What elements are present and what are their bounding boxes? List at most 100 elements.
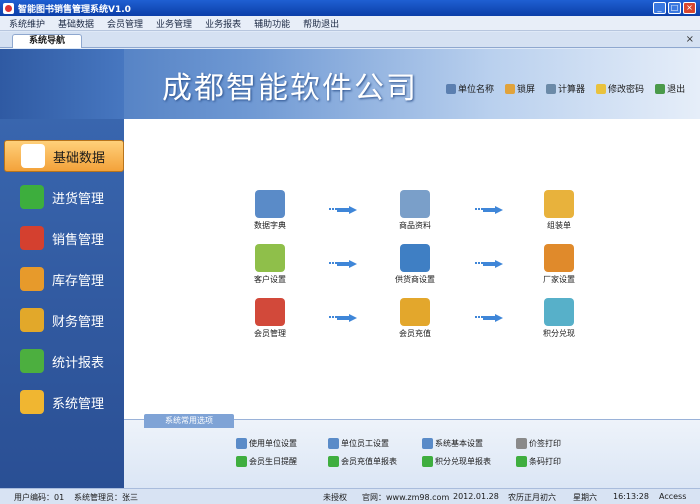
cube-icon: [20, 226, 44, 250]
menu-system-maintenance[interactable]: 系统维护: [9, 17, 45, 30]
sidebar: 基础数据 进货管理 销售管理 库存管理 财务管理 统计报表 系统管理: [0, 49, 124, 488]
arrow-right-icon: [329, 206, 357, 214]
tool-unit-settings[interactable]: 使用单位设置: [236, 438, 297, 449]
exit-icon: [655, 83, 666, 94]
grid-item-member-management[interactable]: 会员管理: [240, 298, 300, 339]
sidebar-item-sales[interactable]: 销售管理: [4, 222, 124, 254]
menu-help-exit[interactable]: 帮助退出: [303, 17, 339, 30]
form-icon: [400, 190, 430, 218]
tool-barcode-print[interactable]: 条码打印: [516, 456, 561, 467]
quick-link-lock[interactable]: 锁屏: [505, 82, 535, 95]
edit-icon: [21, 144, 45, 168]
members-icon: [255, 298, 285, 326]
common-options-panel: 系统常用选项 使用单位设置 单位员工设置 系统基本设置 价签打印 会员生日提醒 …: [124, 414, 700, 488]
sidebar-banner: [0, 49, 124, 119]
settings-icon: [328, 438, 339, 449]
menu-tools[interactable]: 辅助功能: [254, 17, 290, 30]
people-icon: [400, 244, 430, 272]
grid-item-customer-settings[interactable]: 客户设置: [240, 244, 300, 285]
arrow-right-icon: [329, 314, 357, 322]
tab-system-navigation[interactable]: 系统导航: [12, 34, 82, 48]
lock-icon: [505, 83, 516, 94]
sidebar-item-statistics[interactable]: 统计报表: [4, 345, 124, 377]
company-name: 成都智能软件公司: [162, 71, 418, 106]
quick-link-unit-name[interactable]: 单位名称: [446, 82, 494, 95]
add-icon: [422, 456, 433, 467]
menu-basic-data[interactable]: 基础数据: [58, 17, 94, 30]
menu-bar: 系统维护 基础数据 会员管理 业务管理 业务报表 辅助功能 帮助退出: [0, 16, 700, 31]
status-bar: 用户编码：01 系统管理员：张三 未授权 官网：www.zm98.com 201…: [0, 488, 700, 504]
arrow-right-icon: [475, 206, 503, 214]
add-icon: [328, 456, 339, 467]
menu-business[interactable]: 业务管理: [156, 17, 192, 30]
calculator-icon: [546, 83, 557, 94]
minimize-button[interactable]: _: [653, 2, 666, 14]
tool-price-tag-print[interactable]: 价签打印: [516, 438, 561, 449]
coins-icon: [400, 298, 430, 326]
edit-icon: [255, 190, 285, 218]
sidebar-item-finance[interactable]: 财务管理: [4, 304, 124, 336]
folder-add-icon: [544, 190, 574, 218]
arrow-right-icon: [475, 314, 503, 322]
add-icon: [516, 456, 527, 467]
tool-basic-settings[interactable]: 系统基本设置: [422, 438, 483, 449]
house-icon: [20, 267, 44, 291]
status-user-code: 用户编码：01: [14, 493, 65, 502]
print-icon: [516, 438, 527, 449]
main-area: 成都智能软件公司 单位名称 锁屏 计算器 修改密码 退出 基础数据 进货管理 销…: [0, 49, 700, 488]
house-icon: [544, 244, 574, 272]
quick-link-exit[interactable]: 退出: [655, 82, 685, 95]
app-icon: [3, 2, 14, 14]
status-time: 16:13:28: [613, 492, 649, 501]
settings-icon: [422, 438, 433, 449]
tab-strip: 系统导航 ×: [0, 32, 700, 48]
grid-item-assembly[interactable]: 组装单: [529, 190, 589, 231]
status-weekday: 星期六: [573, 493, 597, 502]
arrow-right-icon: [475, 260, 503, 268]
maximize-button[interactable]: □: [668, 2, 681, 14]
common-options-tab[interactable]: 系统常用选项: [144, 414, 234, 428]
quick-links: 单位名称 锁屏 计算器 修改密码 退出: [446, 82, 685, 95]
sidebar-item-purchase[interactable]: 进货管理: [4, 181, 124, 213]
window-controls: _ □ ×: [653, 2, 696, 14]
title-bar: 智能图书销售管理系统V1.0 _ □ ×: [0, 0, 700, 16]
sidebar-list: 基础数据 进货管理 销售管理 库存管理 财务管理 统计报表 系统管理: [4, 140, 124, 427]
bulb-icon: [596, 83, 607, 94]
tool-birthday-reminder[interactable]: 会员生日提醒: [236, 456, 297, 467]
close-tab-icon[interactable]: ×: [686, 34, 694, 45]
coins-icon: [20, 308, 44, 332]
status-website[interactable]: 官网：www.zm98.com: [362, 492, 449, 503]
grid-item-member-recharge[interactable]: 会员充值: [385, 298, 445, 339]
status-database: Access: [659, 492, 687, 501]
close-button[interactable]: ×: [683, 2, 696, 14]
add-icon: [236, 456, 247, 467]
status-date: 2012.01.28: [453, 492, 499, 501]
users-icon: [255, 244, 285, 272]
sidebar-item-inventory[interactable]: 库存管理: [4, 263, 124, 295]
window-title: 智能图书销售管理系统V1.0: [18, 4, 131, 15]
grid-item-manufacturer-settings[interactable]: 厂家设置: [529, 244, 589, 285]
user-icon: [446, 83, 456, 94]
grid-item-supplier-settings[interactable]: 供货商设置: [385, 244, 445, 285]
gear-icon: [20, 390, 44, 414]
menu-member[interactable]: 会员管理: [107, 17, 143, 30]
chart-icon: [20, 349, 44, 373]
tool-staff-settings[interactable]: 单位员工设置: [328, 438, 389, 449]
grid-item-data-dictionary[interactable]: 数据字典: [240, 190, 300, 231]
menu-reports[interactable]: 业务报表: [205, 17, 241, 30]
gift-icon: [544, 298, 574, 326]
status-license: 未授权: [323, 493, 347, 502]
quick-link-calculator[interactable]: 计算器: [546, 82, 585, 95]
content-panel: 数据字典 商品资料 组装单 客户设置 供货商设置 厂家设置 会员管理 会员充值 …: [124, 119, 700, 419]
settings-icon: [236, 438, 247, 449]
sidebar-item-system[interactable]: 系统管理: [4, 386, 124, 418]
grid-item-product-info[interactable]: 商品资料: [385, 190, 445, 231]
quick-link-change-password[interactable]: 修改密码: [596, 82, 644, 95]
plus-icon: [20, 185, 44, 209]
tool-points-report[interactable]: 积分兑现单报表: [422, 456, 491, 467]
arrow-right-icon: [329, 260, 357, 268]
grid-item-points-redeem[interactable]: 积分兑现: [529, 298, 589, 339]
tool-recharge-report[interactable]: 会员充值单报表: [328, 456, 397, 467]
sidebar-item-basic-data[interactable]: 基础数据: [4, 140, 124, 172]
status-admin: 系统管理员：张三: [74, 493, 138, 502]
